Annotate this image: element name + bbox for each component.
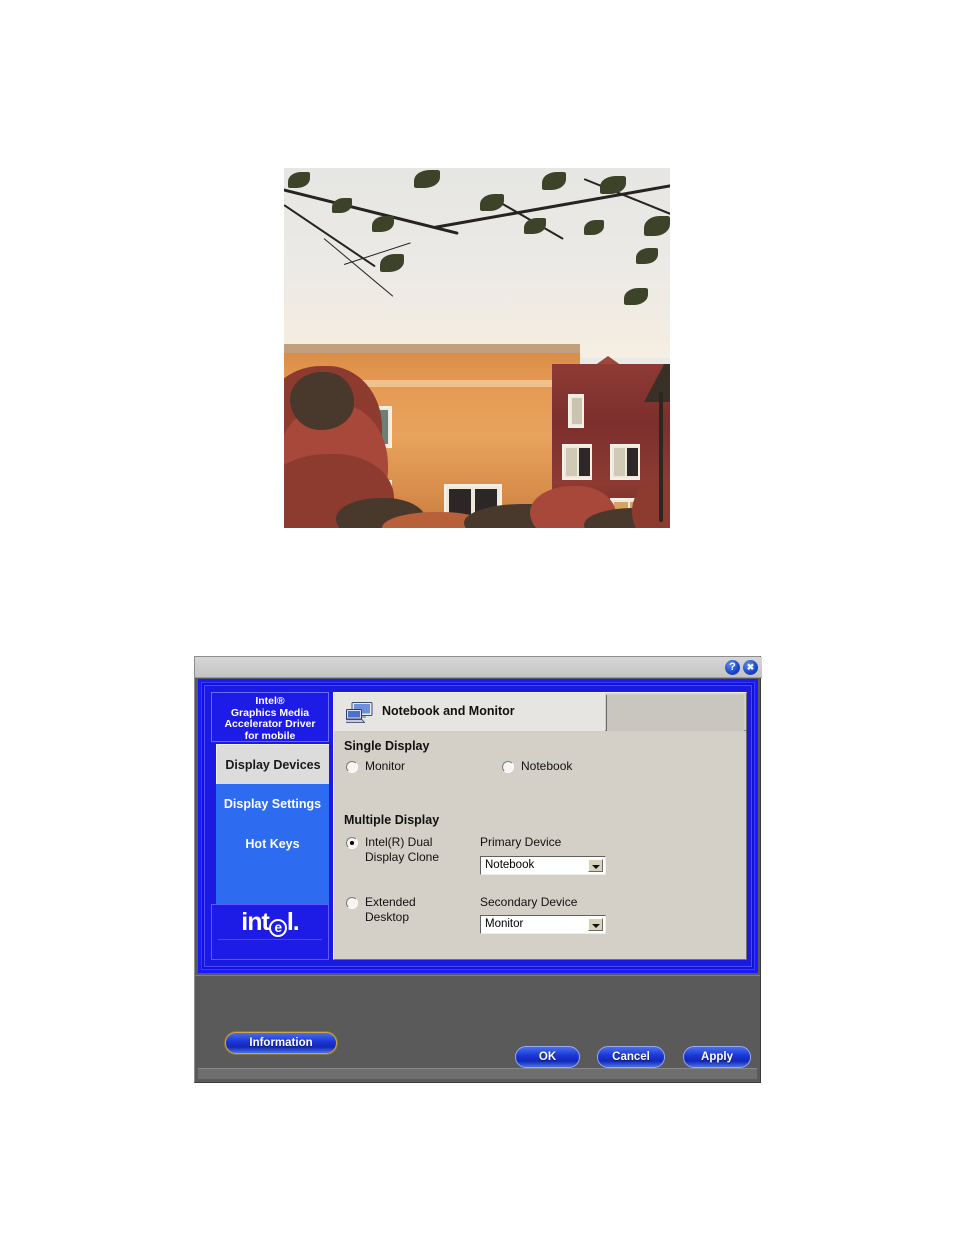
- window-pane: [568, 394, 584, 428]
- primary-device-value: Notebook: [485, 859, 535, 871]
- intel-logo-text: int e l.: [212, 905, 328, 939]
- desktop-screenshot: Arrange Icons By Refresh Paste Paste Sho…: [284, 168, 670, 528]
- brand-line-1: Intel®: [255, 695, 285, 707]
- multiple-display-heading: Multiple Display: [344, 813, 440, 827]
- tab-strip: Notebook and Monitor: [334, 693, 746, 731]
- lamp-post: [659, 392, 663, 522]
- radio-dual-display-clone[interactable]: [346, 837, 358, 849]
- information-button[interactable]: Information: [225, 1032, 337, 1054]
- apply-button[interactable]: Apply: [683, 1046, 751, 1068]
- intel-logo: int e l.: [211, 904, 329, 960]
- footer-lip: [198, 1068, 757, 1079]
- content-pane: Notebook and Monitor Single Display Moni…: [333, 692, 747, 960]
- dialog-inner-panel: Intel® Graphics Media Accelerator Driver…: [204, 685, 752, 967]
- chevron-down-icon[interactable]: [588, 859, 603, 872]
- window-pane: [610, 444, 640, 480]
- secondary-device-label: Secondary Device: [480, 895, 578, 909]
- brand-line-3: Accelerator Driver: [224, 718, 316, 730]
- tree-foliage: [290, 372, 354, 430]
- dialog-footer: [195, 975, 760, 1082]
- sidebar-item-display-settings[interactable]: Display Settings: [216, 784, 329, 824]
- radio-dual-display-clone-label: Intel(R) Dual Display Clone: [365, 835, 440, 864]
- intel-logo-part-a: int: [241, 908, 270, 936]
- logo-divider: [218, 939, 322, 940]
- sidebar: Intel® Graphics Media Accelerator Driver…: [211, 692, 329, 960]
- help-icon[interactable]: ?: [725, 660, 740, 675]
- building-roofline: [284, 344, 580, 353]
- radio-notebook-label: Notebook: [521, 759, 573, 773]
- brand-banner: Intel® Graphics Media Accelerator Driver…: [211, 692, 329, 742]
- sidebar-filler: [216, 864, 329, 904]
- tab-strip-empty: [606, 695, 744, 731]
- dialog-blue-panel: Intel® Graphics Media Accelerator Driver…: [198, 679, 758, 973]
- tab-title: Notebook and Monitor: [382, 704, 515, 718]
- radio-extended-desktop-label: Extended Desktop: [365, 895, 416, 924]
- close-icon[interactable]: ✖: [743, 660, 758, 675]
- monitor-laptop-icon: [346, 702, 373, 723]
- cancel-button[interactable]: Cancel: [597, 1046, 665, 1068]
- radio-notebook[interactable]: [502, 761, 514, 773]
- intel-gma-dialog: ? ✖ Intel® Graphics Media Accelerator Dr…: [194, 656, 762, 1083]
- sidebar-item-hot-keys[interactable]: Hot Keys: [216, 824, 329, 864]
- secondary-device-select[interactable]: Monitor: [480, 915, 606, 934]
- ok-button[interactable]: OK: [515, 1046, 580, 1068]
- radio-monitor[interactable]: [346, 761, 358, 773]
- primary-device-label: Primary Device: [480, 835, 562, 849]
- sidebar-item-display-devices[interactable]: Display Devices: [216, 744, 329, 784]
- primary-device-select[interactable]: Notebook: [480, 856, 606, 875]
- single-display-heading: Single Display: [344, 739, 430, 753]
- dialog-titlebar: ? ✖: [195, 657, 762, 678]
- radio-extended-desktop[interactable]: [346, 897, 358, 909]
- brand-line-4: for mobile: [244, 729, 296, 742]
- intel-logo-part-b: l.: [286, 908, 300, 936]
- radio-monitor-label: Monitor: [365, 759, 406, 773]
- intel-logo-part-e: e: [268, 919, 287, 937]
- window-pane: [562, 444, 592, 480]
- secondary-device-value: Monitor: [485, 918, 524, 930]
- chevron-down-icon[interactable]: [588, 918, 603, 931]
